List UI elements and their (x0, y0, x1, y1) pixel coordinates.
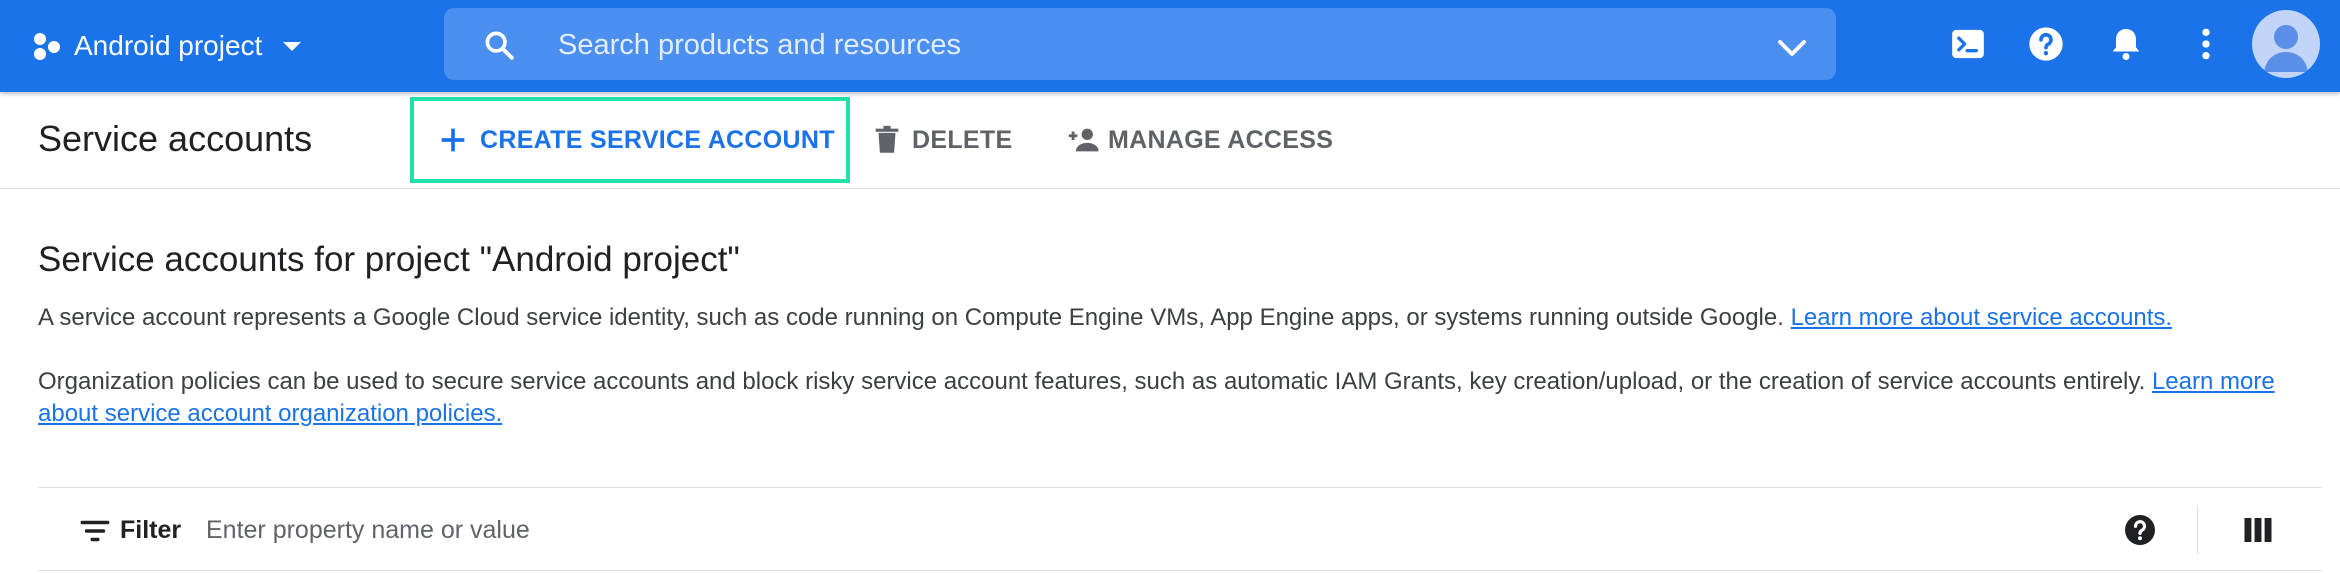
create-service-account-button[interactable]: CREATE SERVICE ACCOUNT (410, 97, 850, 183)
avatar[interactable] (2252, 10, 2320, 78)
divider (2197, 506, 2198, 554)
help-icon[interactable] (2122, 512, 2158, 548)
manage-access-label: MANAGE ACCESS (1108, 125, 1334, 154)
caret-down-icon (283, 42, 302, 51)
search-icon (485, 31, 514, 60)
action-bar: Service accounts CREATE SERVICE ACCOUNT … (0, 92, 2340, 189)
notifications-icon[interactable] (2106, 24, 2146, 64)
help-icon[interactable] (2026, 24, 2066, 64)
page-title: Service accounts (38, 118, 313, 159)
delete-button[interactable]: DELETE (870, 92, 1012, 188)
filter-icon (80, 520, 110, 542)
more-vert-icon[interactable] (2186, 24, 2226, 64)
description-paragraph: A service account represents a Google Cl… (38, 302, 2288, 334)
org-policy-text: Organization policies can be used to sec… (38, 368, 2152, 395)
create-service-account-label: CREATE SERVICE ACCOUNT (480, 125, 835, 154)
cloud-shell-icon[interactable] (1948, 24, 1988, 64)
filter-label: Filter (120, 516, 182, 544)
trash-icon (875, 125, 899, 153)
org-policy-paragraph: Organization policies can be used to sec… (38, 366, 2288, 430)
search-bar[interactable] (444, 8, 1836, 80)
search-input[interactable] (556, 22, 1710, 68)
top-app-bar: Android project (0, 0, 2340, 92)
project-name: Android project (74, 30, 263, 61)
person-add-icon (1068, 128, 1099, 152)
filter-bar: Filter (38, 487, 2322, 571)
manage-access-button[interactable]: MANAGE ACCESS (1066, 92, 1333, 188)
learn-more-service-accounts-link[interactable]: Learn more about service accounts. (1791, 304, 2173, 331)
plus-icon (441, 128, 465, 152)
column-display-icon[interactable] (2240, 512, 2276, 548)
avatar-person-icon (2264, 25, 2308, 72)
chevron-down-icon[interactable] (1774, 30, 1810, 66)
project-logo-icon (34, 33, 60, 60)
filter-input[interactable] (204, 508, 1408, 552)
section-heading: Service accounts for project "Android pr… (38, 240, 740, 279)
description-text: A service account represents a Google Cl… (38, 304, 1791, 331)
project-selector[interactable]: Android project (32, 24, 304, 68)
delete-label: DELETE (912, 125, 1013, 154)
